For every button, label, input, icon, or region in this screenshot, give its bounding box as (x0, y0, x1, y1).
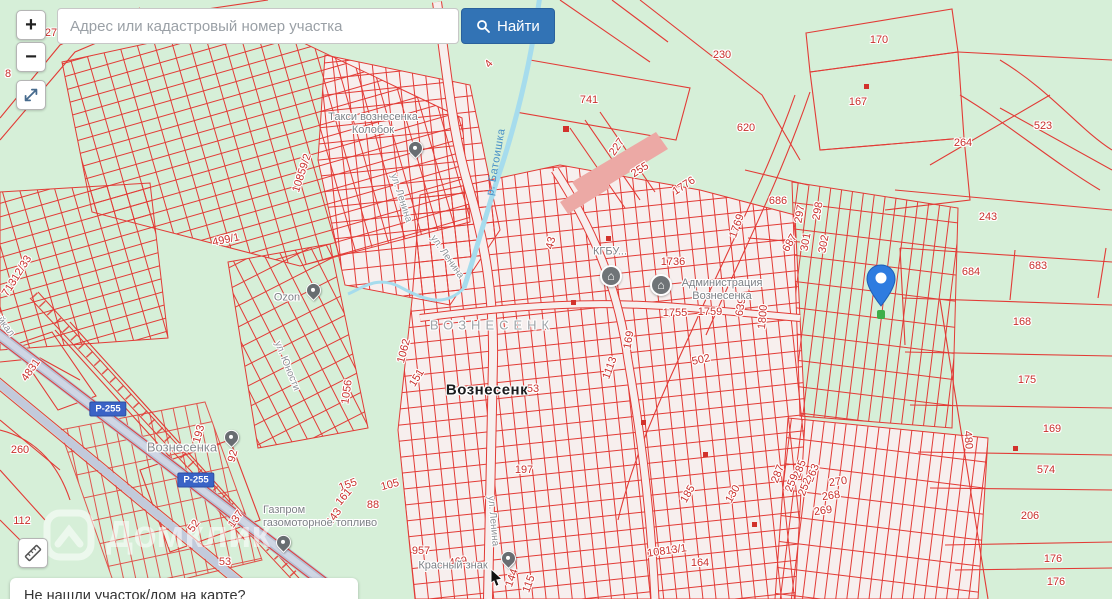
not-found-message: Не нашли участок/дом на карте? (24, 588, 246, 599)
map-canvas[interactable] (0, 0, 1112, 599)
not-found-bar[interactable]: Не нашли участок/дом на карте? (10, 578, 358, 599)
fullscreen-button[interactable] (16, 80, 46, 110)
ruler-icon (23, 543, 43, 563)
location-marker[interactable] (866, 264, 896, 313)
poi-pin-icon[interactable] (407, 140, 423, 162)
building-marker-icon[interactable] (600, 265, 622, 287)
poi-pin-icon[interactable] (223, 429, 239, 451)
measure-button[interactable] (18, 538, 48, 568)
cadastral-map-app: Домклик 27842301707411676205232642272551… (0, 0, 1112, 599)
zoom-out-button[interactable]: − (16, 42, 46, 72)
location-pin-icon (866, 264, 896, 308)
building-marker-icon[interactable] (650, 274, 672, 296)
search-bar: Найти (57, 8, 555, 44)
search-icon (476, 19, 490, 33)
location-pin-base (877, 310, 885, 319)
search-button[interactable]: Найти (461, 8, 555, 44)
expand-arrows-icon (22, 86, 40, 104)
poi-pin-icon[interactable] (275, 534, 291, 556)
poi-pin-icon[interactable] (305, 282, 321, 304)
zoom-in-button[interactable]: + (16, 10, 46, 40)
mouse-cursor-icon (490, 568, 506, 593)
search-input[interactable] (57, 8, 459, 44)
search-button-label: Найти (497, 18, 540, 35)
